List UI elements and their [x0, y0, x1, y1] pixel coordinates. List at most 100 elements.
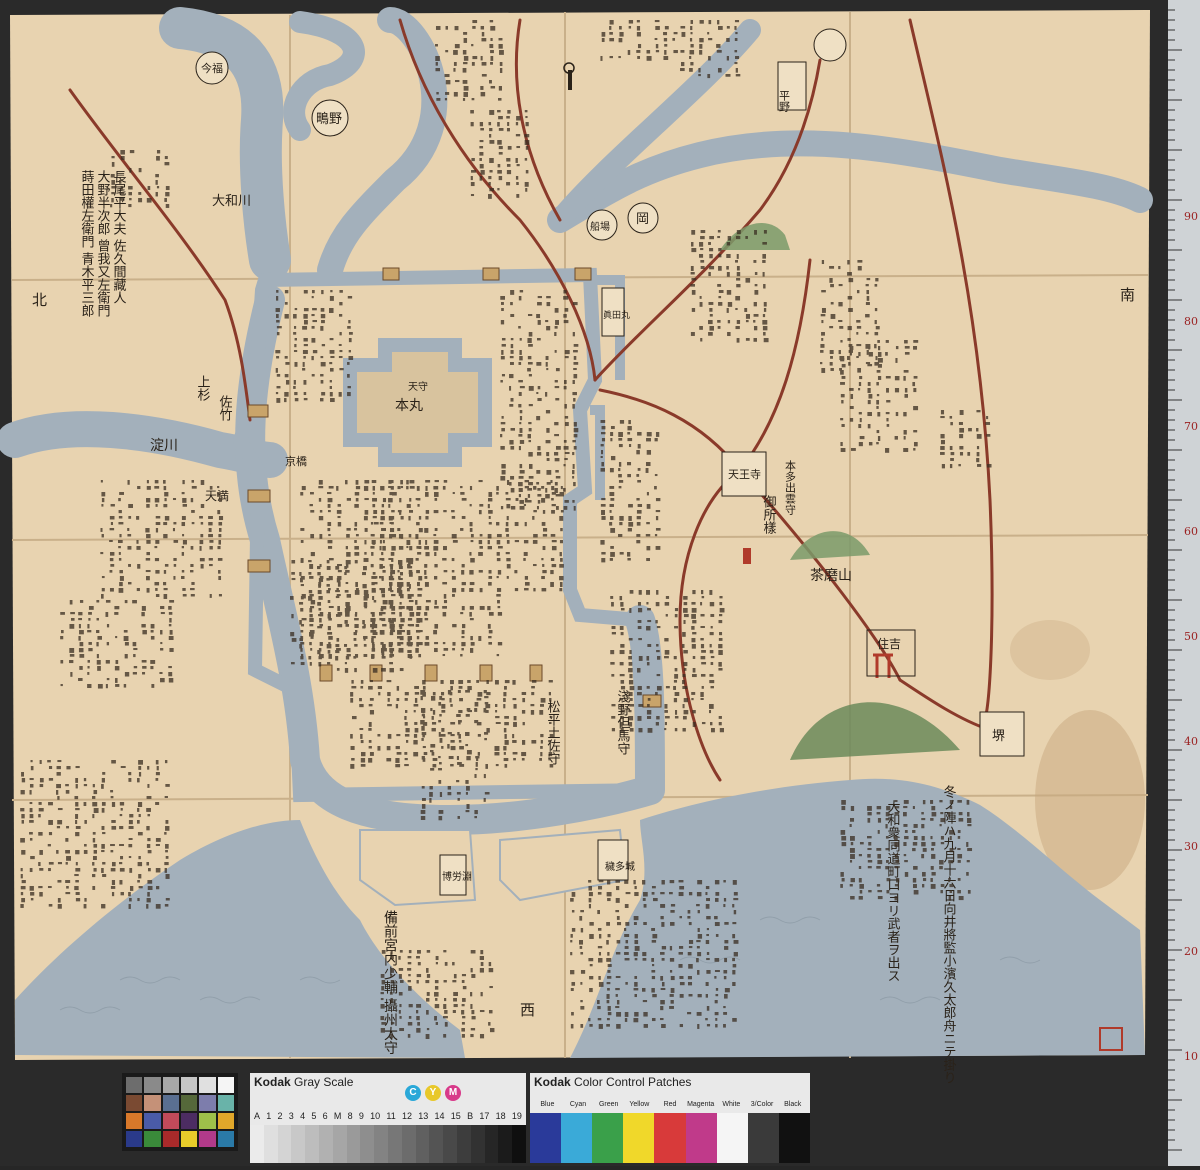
- ruler-number: 10: [1184, 1050, 1198, 1063]
- label-tsunaka: 穢多城: [605, 860, 635, 873]
- gray-step: [429, 1125, 444, 1163]
- label-hakuro: 博労淵: [442, 870, 472, 883]
- map-stage: 今福 鴫野 平野 天王寺 茶磨山 住吉 堺 穢多城 博労淵 眞田丸 大和川 淀川…: [0, 0, 1200, 1166]
- note-tennoji: 本多出雲守: [784, 459, 797, 515]
- gray-step: [277, 1125, 292, 1163]
- gray-step: [318, 1125, 333, 1163]
- gray-scale-card: Kodak Gray Scale CYM A 1 2 3 4 5 6 M 8 9 10 11 12 13 1…: [250, 1073, 526, 1163]
- gray-step: [401, 1125, 416, 1163]
- note-topleft-c: 蒔田權左衛門 青木平三郎: [79, 170, 95, 318]
- calibration-patch: [181, 1077, 198, 1093]
- calibration-patch: [181, 1095, 198, 1111]
- gray-step: [470, 1125, 485, 1163]
- gray-step-label: 19: [511, 1111, 522, 1121]
- gray-step-label: 5: [311, 1111, 317, 1121]
- gray-step-label: 10: [370, 1111, 381, 1121]
- gray-step-label: 12: [402, 1111, 413, 1121]
- ruler-number: 80: [1184, 315, 1198, 328]
- gray-step-label: 18: [495, 1111, 506, 1121]
- label-yodo-river: 淀川: [150, 438, 178, 454]
- gray-step-label: 14: [434, 1111, 445, 1121]
- note-topleft-a: 長尾平大夫 佐久間藏人: [111, 170, 127, 304]
- color-patch: [654, 1113, 686, 1163]
- gray-step-label: 4: [300, 1111, 306, 1121]
- calibration-patch: [144, 1113, 161, 1129]
- ruler-number: 40: [1184, 735, 1198, 748]
- gray-title: Gray Scale: [294, 1075, 354, 1089]
- gray-step-label: M: [333, 1111, 342, 1121]
- gray-step: [291, 1125, 306, 1163]
- note-north-commander: 上杉: [195, 375, 211, 401]
- calibration-patch: [217, 1077, 234, 1093]
- calibration-patch: [162, 1113, 179, 1129]
- gray-step-label: 3: [288, 1111, 294, 1121]
- color-patch: [592, 1113, 624, 1163]
- label-kyobashi: 京橋: [285, 454, 307, 468]
- gray-step-label: A: [254, 1111, 261, 1121]
- gray-step-label: 17: [479, 1111, 490, 1121]
- gray-step: [332, 1125, 347, 1163]
- note-topleft-b: 大野半次郎 曾我又左衛門: [95, 170, 111, 319]
- label-sumiyoshi: 住吉: [877, 637, 901, 651]
- calibration-patch: [181, 1131, 198, 1147]
- calibration-patch: [199, 1113, 216, 1129]
- color-patch-label: Cyan: [569, 1101, 587, 1108]
- ruler-number: 30: [1184, 840, 1198, 853]
- gray-step: [263, 1125, 278, 1163]
- gray-step: [415, 1125, 430, 1163]
- note-south-a: 冬ノ陣ハ九月十六日向井將監小濱久太郎舟ニテ掛り: [941, 784, 957, 1084]
- label-castle: 本丸: [395, 398, 423, 414]
- color-patch-label: 3/Color: [750, 1101, 774, 1108]
- label-okada: 岡: [636, 212, 649, 227]
- gray-step-label: B: [467, 1111, 474, 1121]
- label-imamiya: 今福: [201, 61, 223, 75]
- calibration-patch: [199, 1077, 216, 1093]
- label-chausuyama: 茶磨山: [810, 568, 852, 584]
- color-patch: [685, 1113, 717, 1163]
- gray-step-label: 1: [266, 1111, 272, 1121]
- label-sakai: 堺: [992, 729, 1005, 744]
- calibration-patch: [126, 1113, 143, 1129]
- label-senba: 船場: [590, 220, 610, 233]
- color-patch-label: Red: [663, 1101, 677, 1108]
- calibration-patch: [181, 1113, 198, 1129]
- ruler-number: 90: [1184, 210, 1198, 223]
- label-west: 西: [520, 1001, 535, 1019]
- calibration-patch: [126, 1077, 143, 1093]
- color-patch: [561, 1113, 593, 1163]
- color-patch-label: Blue: [540, 1101, 555, 1108]
- map-canvas: 今福 鴫野 平野 天王寺 茶磨山 住吉 堺 穢多城 博労淵 眞田丸 大和川 淀川…: [0, 0, 1200, 1166]
- gray-step: [387, 1125, 402, 1163]
- calibration-patch: [162, 1095, 179, 1111]
- gray-step: [512, 1125, 526, 1163]
- label-tennoji: 天王寺: [728, 468, 761, 481]
- gray-step-label: 8: [347, 1111, 353, 1121]
- gray-step: [456, 1125, 471, 1163]
- calibration-patch: [162, 1077, 179, 1093]
- calibration-patch: [144, 1095, 161, 1111]
- label-tenshu: 天守: [408, 380, 428, 393]
- color-patch-label: Green: [598, 1101, 619, 1108]
- gray-step: [443, 1125, 457, 1163]
- color-patch-card: Kodak Color Control Patches Blue Cyan Gree…: [530, 1073, 810, 1163]
- color-title: Color Control Patches: [574, 1075, 692, 1089]
- cym-dot: M: [445, 1085, 461, 1101]
- color-brand: Kodak: [534, 1075, 571, 1089]
- tsunaka-box: [597, 839, 629, 881]
- note-center-commander: 松平土佐守: [545, 700, 561, 765]
- cym-dot: C: [405, 1085, 421, 1101]
- gray-step: [360, 1125, 375, 1163]
- label-shigino: 鴫野: [316, 112, 342, 127]
- label-north: 北: [32, 291, 47, 309]
- gray-step-label: 15: [450, 1111, 461, 1121]
- cym-dot: Y: [425, 1085, 441, 1101]
- gray-brand: Kodak: [254, 1075, 291, 1089]
- label-south: 南: [1120, 286, 1135, 304]
- ruler-number: 60: [1184, 525, 1198, 538]
- note-north-commander2: 佐竹: [217, 395, 233, 422]
- calibration-patch: [217, 1131, 234, 1147]
- ruler: [1168, 0, 1200, 1166]
- label-yamato-river: 大和川: [212, 194, 251, 209]
- calibration-patch: [126, 1131, 143, 1147]
- gray-step: [250, 1125, 264, 1163]
